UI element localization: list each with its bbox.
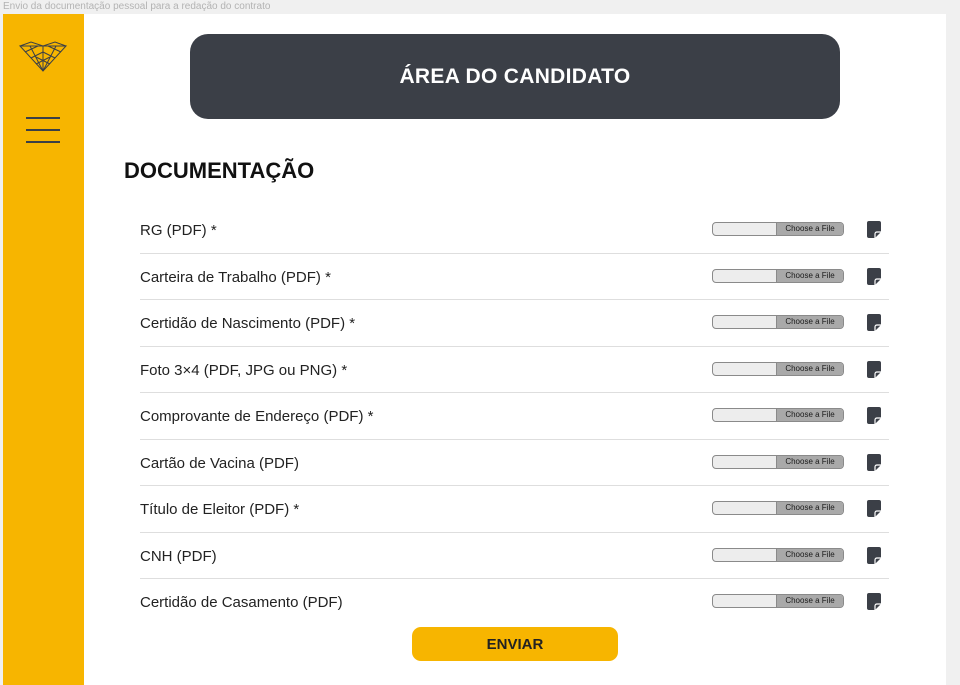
document-icon[interactable]: [867, 593, 881, 610]
document-icon[interactable]: [867, 546, 881, 564]
logo-icon: [18, 41, 68, 72]
page-title: ÁREA DO CANDIDATO: [399, 64, 631, 88]
choose-file-button[interactable]: Choose a File: [776, 548, 843, 561]
section-title: DOCUMENTAÇÃO: [124, 158, 315, 183]
document-row: RG (PDF) * Choose a File: [140, 207, 889, 254]
document-label: Título de Eleitor (PDF) *: [140, 501, 300, 518]
choose-file-button[interactable]: Choose a File: [776, 316, 843, 328]
document-label: Certidão de Casamento (PDF): [140, 594, 343, 611]
file-input[interactable]: Choose a File: [712, 222, 844, 236]
choose-file-button[interactable]: Choose a File: [776, 362, 843, 375]
candidate-area-page: ÁREA DO CANDIDATO DOCUMENTAÇÃO RG (PDF) …: [3, 14, 946, 685]
file-input[interactable]: Choose a File: [712, 361, 844, 376]
document-icon[interactable]: [867, 221, 881, 238]
document-row: Título de Eleitor (PDF) * Choose a File: [140, 486, 889, 533]
document-label: RG (PDF) *: [140, 222, 217, 239]
document-label: Comprovante de Endereço (PDF) *: [140, 408, 374, 425]
document-label: Carteira de Trabalho (PDF) *: [140, 268, 331, 286]
document-row: Foto 3×4 (PDF, JPG ou PNG) * Choose a Fi…: [140, 347, 889, 393]
menu-line: [26, 117, 60, 119]
choose-file-button[interactable]: Choose a File: [776, 223, 843, 235]
document-row: Certidão de Casamento (PDF) Choose a Fil…: [140, 579, 889, 625]
page-header: ÁREA DO CANDIDATO: [190, 34, 840, 119]
choose-file-button[interactable]: Choose a File: [776, 269, 843, 282]
document-row: Carteira de Trabalho (PDF) * Choose a Fi…: [140, 254, 889, 300]
document-row: Certidão de Nascimento (PDF) * Choose a …: [140, 300, 889, 347]
hamburger-menu-icon[interactable]: [26, 117, 60, 143]
file-input[interactable]: Choose a File: [712, 501, 844, 515]
document-icon[interactable]: [867, 453, 881, 471]
file-input[interactable]: Choose a File: [712, 408, 844, 422]
document-icon[interactable]: [867, 360, 881, 378]
submit-button[interactable]: ENVIAR: [412, 627, 618, 661]
document-label: Certidão de Nascimento (PDF) *: [140, 315, 356, 332]
document-icon[interactable]: [867, 314, 881, 331]
choose-file-button[interactable]: Choose a File: [776, 409, 843, 421]
document-label: Cartão de Vacina (PDF): [140, 454, 299, 472]
document-list: RG (PDF) * Choose a File Carteira de Tra…: [140, 207, 889, 625]
document-row: Cartão de Vacina (PDF) Choose a File: [140, 440, 889, 486]
menu-line: [26, 141, 60, 143]
file-input[interactable]: Choose a File: [712, 454, 844, 469]
frame-label: Envio da documentação pessoal para a red…: [3, 1, 271, 12]
document-label: CNH (PDF): [140, 547, 217, 565]
choose-file-button[interactable]: Choose a File: [776, 502, 843, 514]
sidebar: [3, 14, 84, 685]
file-input[interactable]: Choose a File: [712, 315, 844, 329]
document-row: Comprovante de Endereço (PDF) * Choose a…: [140, 393, 889, 440]
file-input[interactable]: Choose a File: [712, 268, 844, 283]
choose-file-button[interactable]: Choose a File: [776, 595, 843, 607]
choose-file-button[interactable]: Choose a File: [776, 455, 843, 468]
file-input[interactable]: Choose a File: [712, 594, 844, 608]
document-row: CNH (PDF) Choose a File: [140, 533, 889, 579]
file-input[interactable]: Choose a File: [712, 547, 844, 562]
document-label: Foto 3×4 (PDF, JPG ou PNG) *: [140, 361, 348, 379]
document-icon[interactable]: [867, 500, 881, 517]
menu-line: [26, 129, 60, 131]
document-icon[interactable]: [867, 407, 881, 424]
document-icon[interactable]: [867, 267, 881, 285]
